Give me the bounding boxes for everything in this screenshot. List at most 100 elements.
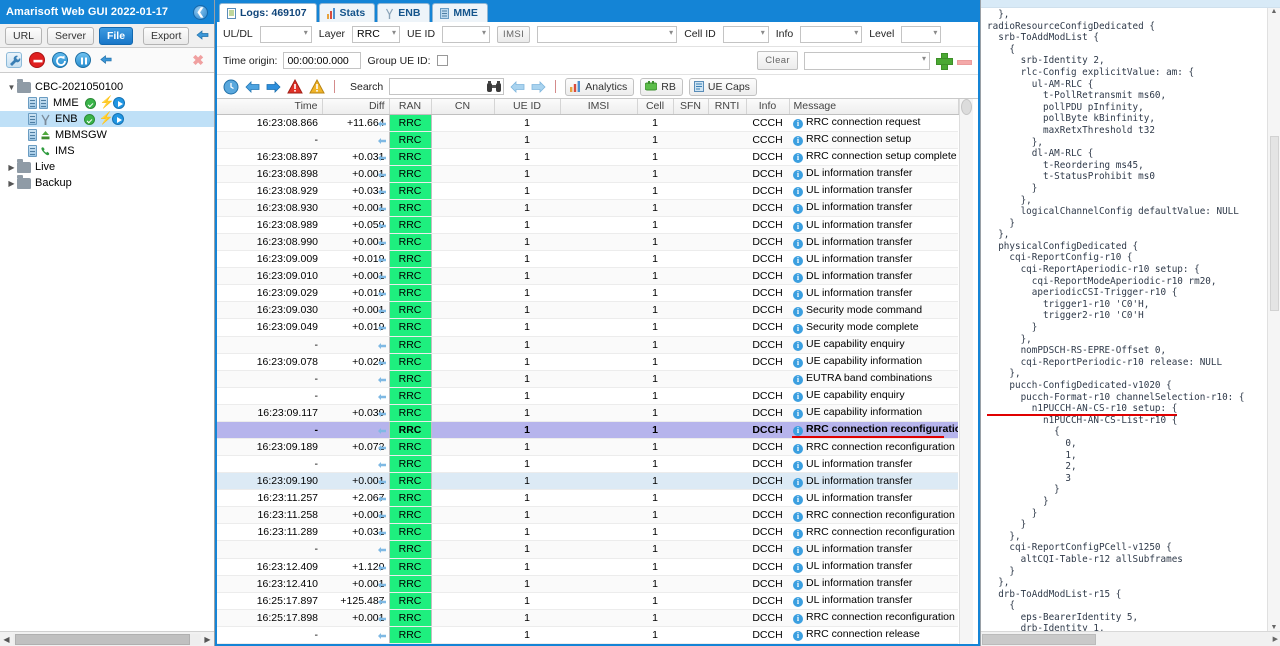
- tree-item-ims[interactable]: IMS: [0, 143, 214, 159]
- info-icon[interactable]: i: [793, 221, 803, 232]
- expand-arrow-icon[interactable]: ▶: [6, 163, 17, 172]
- search-next-icon[interactable]: [531, 80, 546, 94]
- rb-button[interactable]: RB: [640, 77, 683, 96]
- col-info[interactable]: Info: [746, 99, 790, 115]
- table-row[interactable]: 16:23:09.009 +0.019 RRC 1 1 DCCH i UL informati…: [217, 250, 958, 269]
- url-button[interactable]: URL: [5, 26, 43, 45]
- info-icon[interactable]: i: [793, 204, 803, 215]
- info-icon[interactable]: i: [793, 409, 803, 420]
- col-rnti[interactable]: RNTI: [708, 99, 747, 115]
- table-row[interactable]: - RRC 1 1 DCCH i UL information transfer: [217, 540, 958, 559]
- tab-mme[interactable]: MME: [432, 3, 488, 22]
- detail-horizontal-scrollbar[interactable]: ▶: [981, 631, 1280, 646]
- expand-arrow-icon[interactable]: ▶: [6, 179, 17, 188]
- col-cell[interactable]: Cell: [637, 99, 674, 115]
- export-button[interactable]: Export: [143, 26, 190, 45]
- table-row[interactable]: 16:23:08.930 +0.001 RRC 1 1 DCCH i DL informati…: [217, 199, 958, 217]
- tab-enb[interactable]: ENB: [377, 3, 431, 22]
- cellid-select[interactable]: [722, 25, 769, 43]
- refresh-icon[interactable]: [52, 52, 68, 68]
- info-icon[interactable]: i: [793, 358, 803, 369]
- col-message[interactable]: Message: [789, 99, 959, 115]
- table-row[interactable]: - RRC 1 1 DCCH i UL information transfer: [217, 455, 958, 474]
- info-icon[interactable]: i: [793, 460, 803, 471]
- info-icon[interactable]: i: [793, 255, 803, 266]
- table-row[interactable]: 16:23:12.409 +1.120 RRC 1 1 DCCH i UL informati…: [217, 558, 958, 576]
- tree-item-cbc-2021050100[interactable]: ▼ CBC-2021050100: [0, 78, 214, 95]
- table-row[interactable]: 16:23:12.410 +0.001 RRC 1 1 DCCH i DL informati…: [217, 575, 958, 593]
- tree-item-enb[interactable]: ENB ⚡: [0, 111, 214, 127]
- table-row[interactable]: 16:23:08.898 +0.001 RRC 1 1 DCCH i DL informati…: [217, 165, 958, 183]
- col-time[interactable]: Time: [217, 99, 323, 115]
- group-ueid-checkbox[interactable]: [436, 55, 448, 66]
- info-icon[interactable]: i: [793, 563, 803, 574]
- stop-icon[interactable]: [29, 52, 45, 68]
- col-imsi[interactable]: IMSI: [560, 99, 638, 115]
- binoculars-icon[interactable]: [486, 80, 502, 93]
- info-icon[interactable]: i: [793, 323, 803, 334]
- warning-triangle-icon[interactable]: [309, 78, 325, 95]
- info-icon[interactable]: i: [793, 272, 803, 283]
- info-icon[interactable]: i: [793, 136, 803, 147]
- table-row[interactable]: 16:23:09.117 +0.039 RRC 1 1 DCCH i UE capabilit…: [217, 404, 958, 422]
- col-sfn[interactable]: SFN: [673, 99, 709, 115]
- info-icon[interactable]: i: [793, 289, 803, 300]
- level-select[interactable]: [901, 25, 942, 43]
- preset-select[interactable]: [804, 51, 930, 70]
- play-icon[interactable]: [111, 113, 124, 125]
- table-row[interactable]: 16:23:08.990 +0.001 RRC 1 1 DCCH i DL informati…: [217, 233, 958, 252]
- info-icon[interactable]: i: [793, 375, 803, 386]
- info-icon[interactable]: i: [793, 306, 803, 317]
- table-row[interactable]: 16:23:08.897 +0.031 RRC 1 1 DCCH i RRC connecti…: [217, 148, 958, 166]
- info-icon[interactable]: i: [793, 170, 803, 181]
- tab-stats[interactable]: Stats: [318, 3, 376, 22]
- table-row[interactable]: 16:23:09.189 +0.072 RRC 1 1 DCCH i RRC connecti…: [217, 438, 958, 457]
- scroll-thumb[interactable]: [982, 633, 1096, 645]
- info-icon[interactable]: i: [793, 528, 803, 539]
- info-icon[interactable]: i: [793, 119, 803, 130]
- info-icon[interactable]: i: [793, 511, 803, 522]
- table-row[interactable]: 16:23:08.989 +0.059 RRC 1 1 DCCH i UL informati…: [217, 216, 958, 235]
- asn1-content[interactable]: }, radioResourceConfigDedicated { srb-To…: [981, 8, 1267, 631]
- info-icon[interactable]: i: [793, 580, 803, 591]
- info-icon[interactable]: i: [793, 443, 803, 454]
- table-row[interactable]: - RRC 1 1 i EUTRA band combinations: [217, 370, 958, 388]
- analytics-button[interactable]: Analytics: [565, 77, 635, 96]
- play-icon[interactable]: [112, 97, 125, 109]
- info-icon[interactable]: i: [793, 341, 803, 352]
- expand-arrow-icon[interactable]: ▼: [6, 83, 17, 92]
- ueid-select[interactable]: [442, 25, 491, 43]
- scroll-up-icon[interactable]: ▲: [1271, 8, 1278, 15]
- info-icon[interactable]: i: [793, 494, 803, 505]
- table-row[interactable]: - RRC 1 1 DCCH i RRC connection release: [217, 626, 958, 644]
- table-row[interactable]: 16:23:09.029 +0.019 RRC 1 1 DCCH i UL informati…: [217, 284, 958, 303]
- info-icon[interactable]: i: [793, 187, 803, 198]
- search-prev-icon[interactable]: [510, 80, 525, 94]
- table-row[interactable]: 16:23:09.049 +0.019 RRC 1 1 DCCH i Security mod…: [217, 318, 958, 337]
- table-row[interactable]: 16:25:17.898 +0.001 RRC 1 1 DCCH i RRC connecti…: [217, 609, 958, 627]
- server-button[interactable]: Server: [47, 26, 94, 45]
- scroll-thumb[interactable]: [1270, 136, 1279, 311]
- scroll-down-icon[interactable]: ▼: [1271, 624, 1278, 631]
- tree-item-live[interactable]: ▶ Live: [0, 158, 214, 175]
- info-select[interactable]: [800, 25, 863, 43]
- plugin-icon[interactable]: [194, 28, 211, 43]
- table-row[interactable]: 16:23:11.258 +0.001 RRC 1 1 DCCH i RRC connecti…: [217, 506, 958, 525]
- col-ueid[interactable]: UE ID: [494, 99, 561, 115]
- uecaps-button[interactable]: UE Caps: [688, 77, 757, 96]
- table-row[interactable]: 16:23:09.190 +0.001 RRC 1 1 DCCH i DL informati…: [217, 472, 958, 491]
- scroll-right-icon[interactable]: ▶: [201, 635, 214, 644]
- left-horizontal-scrollbar[interactable]: ◀ ▶: [0, 631, 214, 646]
- pause-icon[interactable]: [75, 52, 91, 68]
- imsi-button[interactable]: IMSI: [497, 25, 531, 43]
- scroll-track[interactable]: [13, 633, 201, 645]
- table-row[interactable]: - RRC 1 1 DCCH i RRC connection reconfiguratio…: [217, 421, 958, 439]
- table-vertical-scrollbar[interactable]: [958, 99, 973, 644]
- info-icon[interactable]: i: [793, 426, 803, 437]
- tree-item-mbmsgw[interactable]: MBMSGW: [0, 127, 214, 143]
- chevron-left-icon[interactable]: ❮: [193, 4, 208, 20]
- arrow-right-icon[interactable]: [266, 80, 281, 94]
- col-cn[interactable]: CN: [431, 99, 495, 115]
- plugin-icon[interactable]: [98, 52, 114, 68]
- plus-icon[interactable]: [936, 53, 953, 70]
